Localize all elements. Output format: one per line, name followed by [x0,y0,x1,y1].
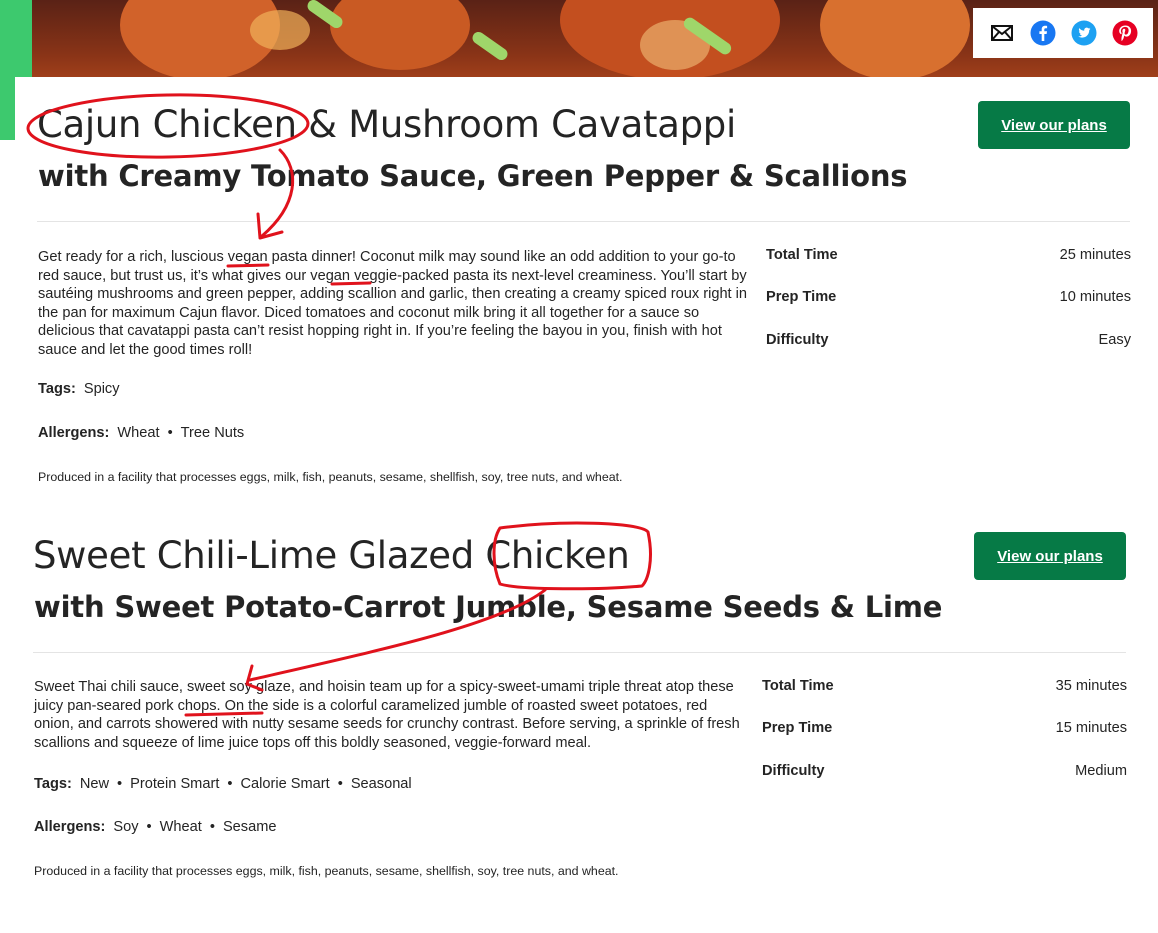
recipe-title: Sweet Chili-Lime Glazed Chicken [33,534,630,577]
allergen-item: Wheat [117,425,160,441]
tag-item[interactable]: Protein Smart [130,776,219,792]
stat-value: 25 minutes [1059,247,1131,263]
pinterest-icon[interactable] [1112,20,1138,46]
stat-value: Easy [1098,332,1131,348]
recipe-description: Get ready for a rich, luscious vegan pas… [38,249,748,358]
tag-item[interactable]: New [80,776,109,792]
view-plans-button[interactable]: View our plans [974,532,1126,580]
tag-item[interactable]: Calorie Smart [240,776,329,792]
divider [33,652,1126,653]
recipe-card: Cajun Chicken & Mushroom Cavatappi with … [15,77,1158,510]
hero-food-blob [250,10,310,50]
bullet-separator: • [227,776,233,792]
hero-scallion [470,29,510,63]
email-icon[interactable] [989,20,1015,46]
tag-item[interactable]: Spicy [84,381,120,397]
recipe-title: Cajun Chicken & Mushroom Cavatappi [37,103,736,146]
hero-food-blob [820,0,970,80]
stat-label: Difficulty [766,332,829,348]
allergen-item: Sesame [222,819,277,835]
twitter-icon[interactable] [1071,20,1097,46]
facility-note: Produced in a facility that processes eg… [34,864,619,878]
tags-row: Tags: Spicy [38,381,120,397]
facebook-icon[interactable] [1030,20,1056,46]
bullet-separator: • [209,819,215,835]
bullet-separator: • [146,819,152,835]
share-bar [973,8,1153,58]
stat-difficulty: Difficulty Easy [766,332,1131,348]
stat-value: 10 minutes [1059,289,1131,305]
stat-total-time: Total Time 25 minutes [766,247,1131,263]
divider [37,221,1130,222]
stat-prep-time: Prep Time 10 minutes [766,289,1131,305]
tags-row: Tags: New • Protein Smart • Calorie Smart • Sea… [34,776,412,792]
bullet-separator: • [167,425,173,441]
stat-total-time: Total Time 35 minutes [762,678,1127,694]
bullet-separator: • [117,776,123,792]
allergen-item: Tree Nuts [180,425,245,441]
stat-label: Prep Time [766,289,837,305]
stat-label: Total Time [762,678,834,694]
recipe-subtitle: with Sweet Potato-Carrot Jumble, Sesame … [34,590,943,624]
allergens-row: Allergens: Soy • Wheat • Sesame [34,819,276,835]
stat-difficulty: Difficulty Medium [762,763,1127,779]
allergen-item: Soy [113,819,139,835]
stat-value: Medium [1075,763,1127,779]
recipe-subtitle: with Creamy Tomato Sauce, Green Pepper &… [38,159,908,193]
tags-label: Tags: [38,381,76,397]
stat-label: Prep Time [762,720,833,736]
tag-item[interactable]: Seasonal [351,776,412,792]
allergens-label: Allergens: [38,425,110,441]
stat-label: Difficulty [762,763,825,779]
allergens-row: Allergens: Wheat • Tree Nuts [38,425,244,441]
stat-value: 15 minutes [1055,720,1127,736]
view-plans-button[interactable]: View our plans [978,101,1130,149]
stat-prep-time: Prep Time 15 minutes [762,720,1127,736]
stat-value: 35 minutes [1055,678,1127,694]
allergen-item: Wheat [159,819,202,835]
tags-label: Tags: [34,776,72,792]
stat-label: Total Time [766,247,838,263]
allergens-label: Allergens: [34,819,106,835]
recipe-description: Sweet Thai chili sauce, sweet soy glaze,… [34,679,740,751]
bullet-separator: • [337,776,343,792]
hero-food-blob [330,0,470,70]
recipe-card: Sweet Chili-Lime Glazed Chicken with Swe… [11,512,1158,933]
facility-note: Produced in a facility that processes eg… [38,470,623,484]
